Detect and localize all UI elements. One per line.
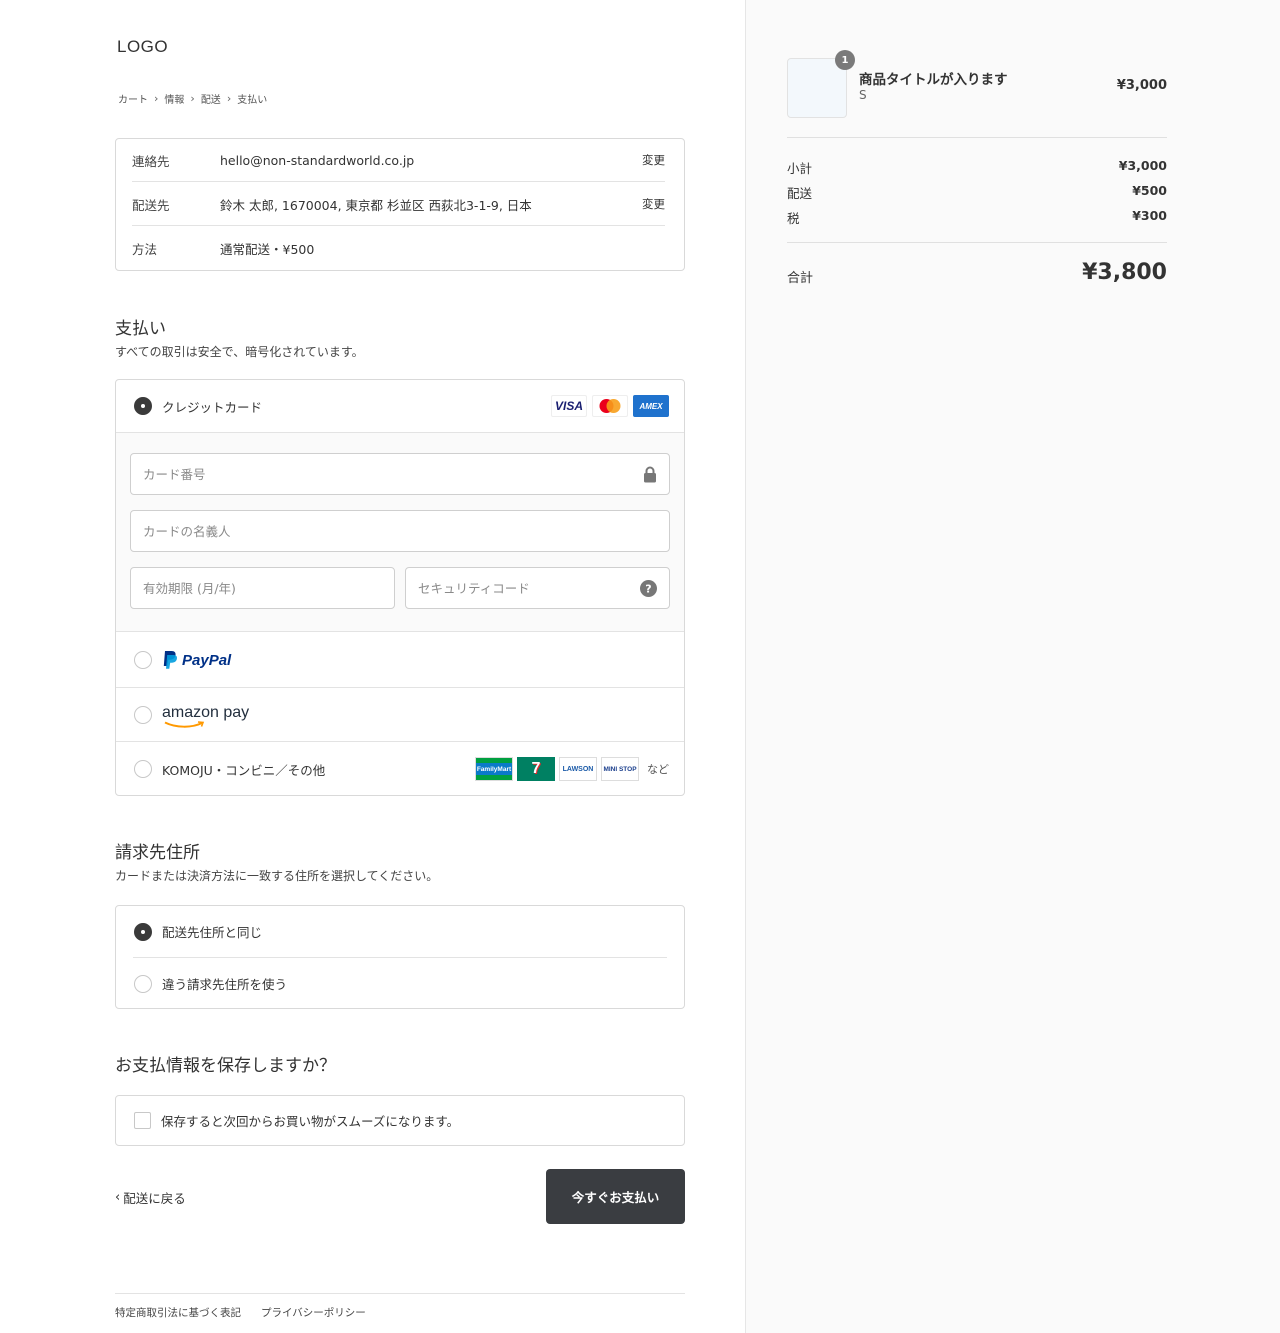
security-code-input[interactable]	[418, 580, 632, 596]
chevron-right-icon: ›	[154, 92, 159, 105]
save-info-box: 保存すると次回からお買い物がスムーズになります。	[115, 1095, 685, 1146]
subtotal-label: 小計	[787, 161, 813, 176]
breadcrumb-payment: 支払い	[237, 95, 268, 106]
billing-options: 配送先住所と同じ 違う請求先住所を使う	[115, 905, 685, 1009]
security-code-field[interactable]: ?	[405, 567, 670, 609]
save-title: お支払情報を保存しますか？	[115, 1056, 336, 1076]
change-contact-link[interactable]: 変更	[642, 152, 665, 168]
footer-link-legal[interactable]: 特定商取引法に基づく表記	[115, 1305, 241, 1320]
card-name-input[interactable]	[143, 523, 591, 539]
komoju-label: KOMOJU・コンビニ／その他	[162, 762, 326, 778]
quantity-badge: 1	[835, 50, 855, 70]
billing-option-same[interactable]: 配送先住所と同じ	[116, 906, 684, 957]
total-label: 合計	[787, 271, 814, 286]
radio-billing-same[interactable]	[134, 922, 152, 941]
chevron-left-icon: ‹	[115, 1190, 121, 1205]
breadcrumb-shipping[interactable]: 配送	[201, 91, 221, 106]
lock-icon	[643, 466, 657, 486]
mastercard-icon	[592, 395, 628, 417]
pay-now-button[interactable]: 今すぐお支払い	[546, 1169, 685, 1224]
billing-title: 請求先住所	[115, 843, 200, 863]
billing-same-label: 配送先住所と同じ	[162, 925, 263, 940]
payment-option-paypal[interactable]: PayPal	[116, 632, 684, 688]
seven-eleven-icon: 7	[517, 757, 555, 781]
breadcrumb-cart[interactable]: カート	[118, 91, 148, 106]
billing-different-label: 違う請求先住所を使う	[162, 977, 288, 992]
tax-label: 税	[787, 211, 800, 226]
paypal-label: PayPal	[182, 651, 232, 669]
billing-option-different[interactable]: 違う請求先住所を使う	[116, 958, 684, 1009]
payment-option-komoju[interactable]: KOMOJU・コンビニ／その他 FamilyMart 7 LAWSON MINI…	[116, 742, 684, 795]
back-label: 配送に戻る	[123, 1191, 186, 1206]
shipping-amount: ¥500	[1132, 183, 1167, 198]
summary-value: hello@non-standardworld.co.jp	[220, 152, 415, 168]
product-variant: S	[859, 88, 867, 102]
shipping-label: 配送	[787, 186, 813, 201]
radio-amazon[interactable]	[134, 706, 152, 724]
back-to-shipping-link[interactable]: ‹ 配送に戻る	[115, 1188, 186, 1207]
card-name-field[interactable]	[130, 510, 670, 552]
radio-komoju[interactable]	[134, 760, 152, 778]
total-amount: ¥3,800	[1082, 260, 1167, 285]
subtotal-row: 小計 ¥3,000	[787, 158, 1167, 177]
save-info-label: 保存すると次回からお買い物がスムーズになります。	[161, 1114, 460, 1129]
footer: 特定商取引法に基づく表記 プライバシーポリシー	[115, 1293, 685, 1320]
credit-card-form: ?	[116, 432, 684, 632]
shipping-row: 配送 ¥500	[787, 183, 1167, 202]
payment-option-amazon[interactable]: amazon pay	[116, 688, 684, 742]
radio-paypal[interactable]	[134, 651, 152, 669]
radio-credit[interactable]	[134, 397, 152, 415]
payment-methods: クレジットカード VISA AMEX ?	[115, 379, 685, 796]
payment-title: 支払い	[115, 319, 166, 339]
breadcrumb-info[interactable]: 情報	[164, 91, 184, 106]
svg-text:?: ?	[645, 583, 651, 596]
amazon-pay-logo-icon: amazon pay	[162, 704, 250, 728]
ministop-icon: MINI STOP	[601, 757, 639, 781]
summary-label: 配送先	[132, 197, 170, 213]
expiry-input[interactable]	[143, 580, 357, 596]
chevron-right-icon: ›	[190, 92, 195, 105]
payment-option-credit[interactable]: クレジットカード VISA AMEX	[116, 380, 684, 432]
summary-value: 鈴木 太郎, 1670004, 東京都 杉並区 西荻北3-1-9, 日本	[220, 197, 532, 213]
payment-subtitle: すべての取引は安全で、暗号化されています。	[115, 345, 364, 359]
expiry-field[interactable]	[130, 567, 395, 609]
product-price: ¥3,000	[1116, 78, 1167, 93]
review-summary: 連絡先 hello@non-standardworld.co.jp 変更 配送先…	[115, 138, 685, 271]
tax-amount: ¥300	[1132, 208, 1167, 223]
amazon-pay-label: amazon pay	[162, 704, 250, 721]
amex-icon: AMEX	[633, 395, 669, 417]
chevron-right-icon: ›	[226, 92, 232, 105]
save-info-checkbox[interactable]	[134, 1112, 151, 1129]
paypal-logo-icon: PayPal	[162, 650, 231, 670]
logo[interactable]: LOGO	[117, 37, 168, 57]
order-summary-panel: 1 商品タイトルが入ります S ¥3,000 小計 ¥3,000 配送 ¥500…	[745, 0, 1280, 1333]
product-title: 商品タイトルが入ります	[859, 72, 1008, 88]
divider	[787, 242, 1167, 243]
credit-label: クレジットカード	[162, 399, 263, 415]
summary-row-contact: 連絡先 hello@non-standardworld.co.jp 変更	[132, 139, 665, 182]
breadcrumb: カート › 情報 › 配送 › 支払い	[118, 91, 267, 106]
summary-row-method: 方法 通常配送・¥500	[132, 227, 665, 270]
card-number-input[interactable]	[143, 466, 591, 482]
summary-value: 通常配送・¥500	[220, 242, 315, 257]
footer-link-privacy[interactable]: プライバシーポリシー	[261, 1305, 366, 1320]
billing-subtitle: カードまたは決済方法に一致する住所を選択してください。	[115, 869, 439, 883]
lawson-icon: LAWSON	[559, 757, 597, 781]
divider	[787, 137, 1167, 138]
visa-icon: VISA	[551, 395, 587, 417]
tax-row: 税 ¥300	[787, 208, 1167, 227]
change-address-link[interactable]: 変更	[642, 196, 665, 212]
summary-row-shipping: 配送先 鈴木 太郎, 1670004, 東京都 杉並区 西荻北3-1-9, 日本…	[132, 183, 665, 226]
summary-label: 方法	[132, 242, 158, 257]
familymart-icon: FamilyMart	[475, 757, 513, 781]
help-icon[interactable]: ?	[640, 580, 657, 600]
subtotal-amount: ¥3,000	[1118, 158, 1167, 173]
summary-label: 連絡先	[132, 153, 170, 169]
cvs-more-text: など	[647, 763, 669, 776]
save-info-option[interactable]: 保存すると次回からお買い物がスムーズになります。	[116, 1096, 684, 1145]
radio-billing-different[interactable]	[134, 974, 152, 993]
card-number-field[interactable]	[130, 453, 670, 495]
